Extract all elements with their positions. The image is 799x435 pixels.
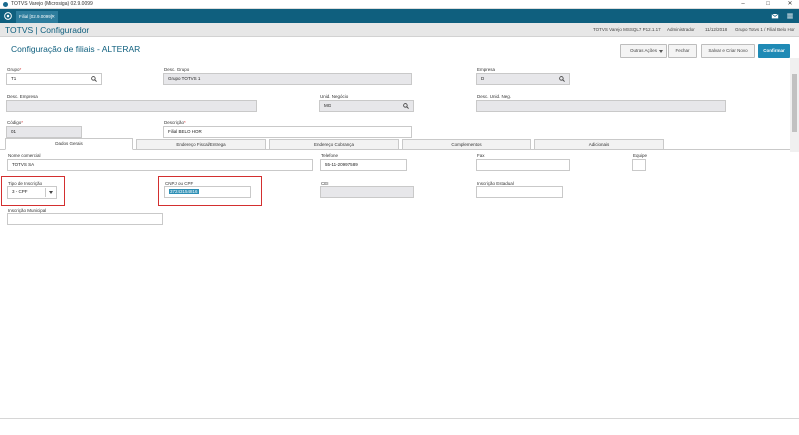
cnpj-cpf-value: 37243154816: [169, 189, 199, 194]
desc-grupo-label: Desc. Grupo: [164, 67, 190, 72]
brand-title: TOTVS | Configurador: [5, 25, 90, 35]
menu-icon[interactable]: [786, 12, 794, 20]
equipe-label: Equipe: [633, 153, 648, 158]
scrollbar-thumb[interactable]: [792, 74, 797, 132]
nome-comercial-label: Nome comercial: [8, 153, 41, 158]
confirm-button[interactable]: Confirmar: [758, 44, 790, 58]
inscricao-municipal-field[interactable]: [7, 213, 163, 225]
tab-adicionais[interactable]: Adicionais: [534, 139, 664, 150]
other-actions-button[interactable]: Outras Ações: [620, 44, 667, 58]
empresa-value: D: [481, 76, 485, 81]
search-icon[interactable]: [403, 103, 409, 109]
descricao-label-text: Descrição: [164, 120, 185, 125]
user-info: Administrador: [667, 27, 695, 32]
desc-unid-neg-field: [476, 100, 726, 112]
tab-close-icon[interactable]: ✕: [51, 11, 55, 23]
content-bottom-border: [0, 418, 799, 419]
fax-field[interactable]: [476, 159, 570, 171]
minimize-button[interactable]: –: [735, 0, 751, 9]
descricao-label: Descrição*: [164, 120, 186, 125]
required-mark: *: [19, 67, 22, 72]
tab-filial-label: Filial [02.9.0099]: [19, 14, 53, 19]
unid-negocio-label: Unid. Negócio: [320, 94, 349, 99]
empresa-field[interactable]: D: [476, 73, 570, 85]
grupo-label-text: Grupo: [7, 67, 20, 72]
fax-label: Fax: [477, 153, 485, 158]
environment-info: TOTVS Varejo MSSQL7 P12.1.17: [593, 27, 661, 32]
search-icon[interactable]: [91, 76, 97, 82]
grupo-field[interactable]: T1: [6, 73, 102, 85]
required-mark: *: [184, 120, 186, 125]
tab-endereco-fiscal[interactable]: Endereço Fiscal/Entrega: [136, 139, 266, 150]
required-mark: *: [21, 120, 24, 125]
window-title: TOTVS Varejo (Microsiga) 02.9.0099: [11, 1, 93, 7]
tab-endereco-cobranca[interactable]: Endereço Cobrança: [269, 139, 399, 150]
tab-dados-gerais[interactable]: Dados Gerais: [5, 138, 133, 150]
empresa-label: Empresa: [477, 67, 496, 72]
chevron-down-icon[interactable]: [49, 191, 53, 194]
desc-unid-neg-label: Desc. Unid. Neg.: [477, 94, 512, 99]
desc-empresa-field: [6, 100, 257, 112]
codigo-label: Código*: [7, 120, 23, 125]
close-window-button[interactable]: ✕: [782, 0, 798, 9]
grupo-value: T1: [11, 76, 17, 81]
equipe-field[interactable]: [632, 159, 646, 171]
inscricao-estadual-field[interactable]: [476, 186, 563, 198]
save-and-new-button[interactable]: Salvar e Criar Novo: [701, 44, 755, 58]
search-icon[interactable]: [559, 76, 565, 82]
desc-empresa-label: Desc. Empresa: [7, 94, 38, 99]
page-title: Configuração de filiais - ALTERAR: [11, 44, 141, 54]
select-divider: [45, 188, 46, 197]
mail-icon[interactable]: [771, 12, 779, 20]
cnpj-cpf-field[interactable]: 37243154816: [164, 186, 251, 198]
unid-negocio-field[interactable]: MG: [319, 100, 414, 112]
telefone-label: Telefone: [321, 153, 339, 158]
codigo-label-text: Código: [7, 120, 22, 125]
vertical-scrollbar[interactable]: [790, 58, 799, 152]
unid-negocio-value: MG: [324, 103, 332, 108]
app-tabbar: Filial [02.9.0099] ✕: [0, 9, 799, 23]
maximize-button[interactable]: □: [760, 0, 776, 9]
tipo-inscricao-value: 3 - CPF: [12, 189, 28, 194]
close-button[interactable]: Fechar: [668, 44, 697, 58]
desc-grupo-value: Grupo TOTVS 1: [168, 76, 201, 81]
tipo-inscricao-select[interactable]: 3 - CPF: [7, 186, 57, 199]
descricao-field[interactable]: Filial BELO HOR: [163, 126, 412, 138]
chevron-down-icon: [659, 50, 663, 53]
nome-comercial-field[interactable]: TOTVS SA: [7, 159, 313, 171]
tab-complementos[interactable]: Complementos: [402, 139, 531, 150]
app-header: TOTVS | Configurador TOTVS Varejo MSSQL7…: [0, 23, 799, 37]
desc-grupo-field: Grupo TOTVS 1: [163, 73, 412, 85]
date-info: 11/12/2018: [705, 27, 728, 32]
app-icon: [3, 2, 8, 7]
telefone-field[interactable]: 55-11-20997589: [320, 159, 407, 171]
window-titlebar: TOTVS Varejo (Microsiga) 02.9.0099 – □ ✕: [0, 0, 799, 9]
codigo-field: 01: [6, 126, 82, 138]
group-info: Grupo Totvs 1 / Filial Belo Hor: [735, 27, 795, 32]
tab-filial[interactable]: Filial [02.9.0099] ✕: [16, 11, 58, 23]
cei-field: [320, 186, 414, 198]
home-icon[interactable]: [4, 12, 12, 20]
other-actions-label: Outras Ações: [629, 48, 657, 53]
grupo-label: Grupo*: [7, 67, 21, 72]
